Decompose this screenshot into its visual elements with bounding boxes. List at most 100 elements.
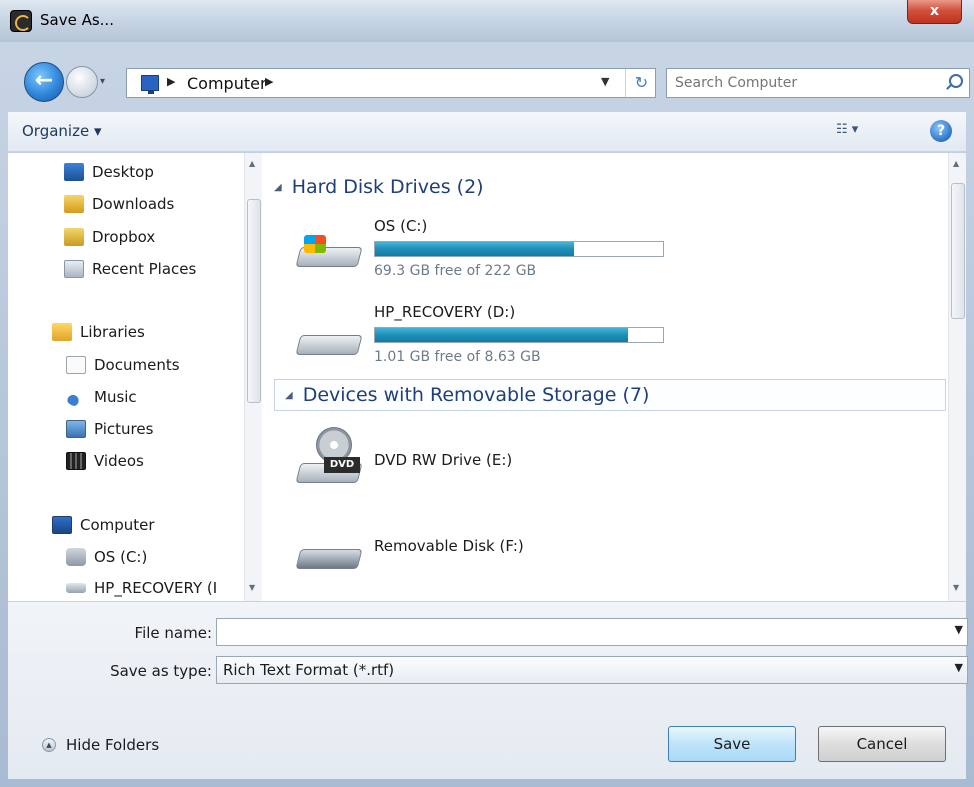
removable-disk-icon (295, 539, 368, 573)
search-input[interactable] (675, 73, 925, 93)
back-button[interactable]: ← (24, 62, 64, 102)
sidebar-item-label: Documents (94, 356, 180, 374)
breadcrumb-computer[interactable]: Computer (187, 74, 267, 93)
group-header-label: Devices with Removable Storage (7) (302, 384, 650, 406)
drive-icon (66, 548, 86, 566)
app-icon (10, 10, 32, 32)
save-as-dialog: Save As... x ← ▾ ▶ Computer ▶ ▼ ↻ Organi… (0, 0, 974, 787)
sidebar-item-downloads[interactable]: Downloads (64, 191, 174, 217)
hide-folders-button[interactable]: ▲ Hide Folders (42, 736, 159, 754)
collapse-triangle-icon[interactable]: ◢ (285, 390, 293, 401)
title-bar: Save As... x (0, 0, 974, 42)
sidebar-item-label: OS (C:) (94, 548, 148, 566)
drive-item-hp-recovery[interactable]: HP_RECOVERY (D:) 1.01 GB free of 8.63 GB (295, 299, 918, 383)
group-header-removable-storage[interactable]: ◢ Devices with Removable Storage (7) (274, 379, 946, 411)
save-as-type-label: Save as type: (110, 662, 212, 680)
group-header-hard-disk-drives[interactable]: ◢ Hard Disk Drives (2) (274, 171, 946, 203)
sidebar-item-libraries[interactable]: Libraries (52, 319, 145, 345)
save-as-type-select[interactable]: Rich Text Format (*.rtf) ▼ (216, 656, 968, 684)
sidebar-item-label: Desktop (92, 163, 154, 181)
organize-button[interactable]: Organize ▾ (22, 122, 102, 140)
sidebar-item-label: Libraries (80, 323, 145, 341)
forward-button[interactable] (66, 66, 98, 98)
save-button[interactable]: Save (668, 726, 796, 762)
sidebar-scrollbar[interactable]: ▲ ▼ (244, 153, 262, 601)
window-title: Save As... (40, 11, 114, 29)
drive-usage-bar (374, 327, 664, 343)
device-item-removable-disk[interactable]: Removable Disk (F:) (295, 509, 918, 593)
sidebar-item-recent-places[interactable]: Recent Places (64, 256, 196, 282)
drive-name: HP_RECOVERY (D:) (374, 303, 516, 321)
hide-folders-label: Hide Folders (66, 736, 160, 754)
file-name-label: File name: (134, 624, 212, 642)
sidebar-item-label: Recent Places (92, 260, 197, 278)
search-box[interactable] (666, 68, 970, 98)
libraries-icon (52, 323, 72, 341)
sidebar-item-dropbox[interactable]: Dropbox (64, 224, 155, 250)
help-icon[interactable]: ? (930, 120, 952, 142)
content-scrollbar[interactable]: ▲ ▼ (948, 153, 966, 601)
recent-places-icon (64, 260, 84, 278)
breadcrumb-arrow-icon[interactable]: ▶ (167, 75, 175, 88)
sidebar-item-label: Music (94, 388, 137, 406)
sidebar-item-label: Computer (80, 516, 155, 534)
dropbox-icon (64, 228, 84, 246)
scrollbar-thumb[interactable] (951, 183, 965, 319)
chevron-down-icon[interactable]: ▼ (955, 623, 963, 636)
scrollbar-thumb[interactable] (247, 199, 261, 403)
device-item-dvd-rw[interactable]: DVD DVD RW Drive (E:) (295, 415, 918, 499)
hard-drive-icon (295, 235, 368, 271)
sidebar-item-music[interactable]: Music (66, 384, 137, 410)
history-dropdown-icon[interactable]: ▾ (100, 76, 112, 88)
file-list-pane: ◢ Hard Disk Drives (2) OS (C:) 69.3 GB f… (264, 153, 966, 601)
group-header-label: Hard Disk Drives (2) (291, 176, 484, 198)
pictures-icon (66, 420, 86, 438)
documents-icon (66, 356, 86, 374)
sidebar-item-pictures[interactable]: Pictures (66, 416, 153, 442)
navigation-bar: ← ▾ ▶ Computer ▶ ▼ ↻ (0, 62, 974, 110)
sidebar-item-label: HP_RECOVERY (I (94, 579, 218, 597)
drive-usage-fill (375, 328, 629, 342)
file-name-field[interactable]: ▼ (216, 618, 968, 646)
search-icon[interactable] (949, 74, 963, 88)
scroll-down-icon[interactable]: ▼ (953, 583, 959, 592)
sidebar-item-videos[interactable]: Videos (66, 448, 144, 474)
videos-icon (66, 452, 86, 470)
drive-usage-fill (375, 242, 574, 256)
sidebar-item-hp-recovery[interactable]: HP_RECOVERY (I (66, 575, 217, 601)
device-name: DVD RW Drive (E:) (374, 451, 513, 469)
sidebar-item-label: Pictures (94, 420, 154, 438)
drive-name: OS (C:) (374, 217, 428, 235)
computer-icon (52, 516, 72, 534)
address-dropdown-icon[interactable]: ▼ (601, 75, 609, 88)
sidebar-item-desktop[interactable]: Desktop (64, 159, 154, 185)
command-bar: Organize ▾ ☷ ▾ ? (8, 112, 966, 152)
breadcrumb-arrow-icon[interactable]: ▶ (265, 75, 273, 88)
collapse-triangle-icon[interactable]: ◢ (274, 182, 282, 193)
drive-usage-bar (374, 241, 664, 257)
sidebar-item-label: Dropbox (92, 228, 156, 246)
drive-free-space: 69.3 GB free of 222 GB (374, 263, 537, 279)
desktop-icon (64, 163, 84, 181)
sidebar-item-os-c[interactable]: OS (C:) (66, 544, 147, 570)
dvd-badge: DVD (324, 457, 360, 473)
chevron-down-icon[interactable]: ▼ (955, 661, 963, 674)
file-name-input[interactable] (223, 623, 923, 641)
sidebar-item-computer[interactable]: Computer (52, 512, 155, 538)
scroll-up-icon[interactable]: ▲ (953, 159, 959, 168)
sidebar-item-label: Downloads (92, 195, 175, 213)
drive-icon (66, 583, 86, 593)
sidebar-item-documents[interactable]: Documents (66, 352, 180, 378)
address-bar[interactable]: ▶ Computer ▶ ▼ ↻ (126, 68, 656, 98)
dvd-drive-icon: DVD (295, 427, 368, 487)
views-button[interactable]: ☷ ▾ (836, 122, 876, 142)
scroll-up-icon[interactable]: ▲ (249, 159, 255, 168)
device-name: Removable Disk (F:) (374, 537, 524, 555)
close-button[interactable]: x (907, 0, 962, 24)
drive-item-os-c[interactable]: OS (C:) 69.3 GB free of 222 GB (295, 211, 918, 295)
music-icon (66, 388, 86, 406)
refresh-icon[interactable]: ↻ (625, 69, 657, 97)
computer-icon (141, 75, 159, 94)
scroll-down-icon[interactable]: ▼ (249, 583, 255, 592)
cancel-button[interactable]: Cancel (818, 726, 946, 762)
